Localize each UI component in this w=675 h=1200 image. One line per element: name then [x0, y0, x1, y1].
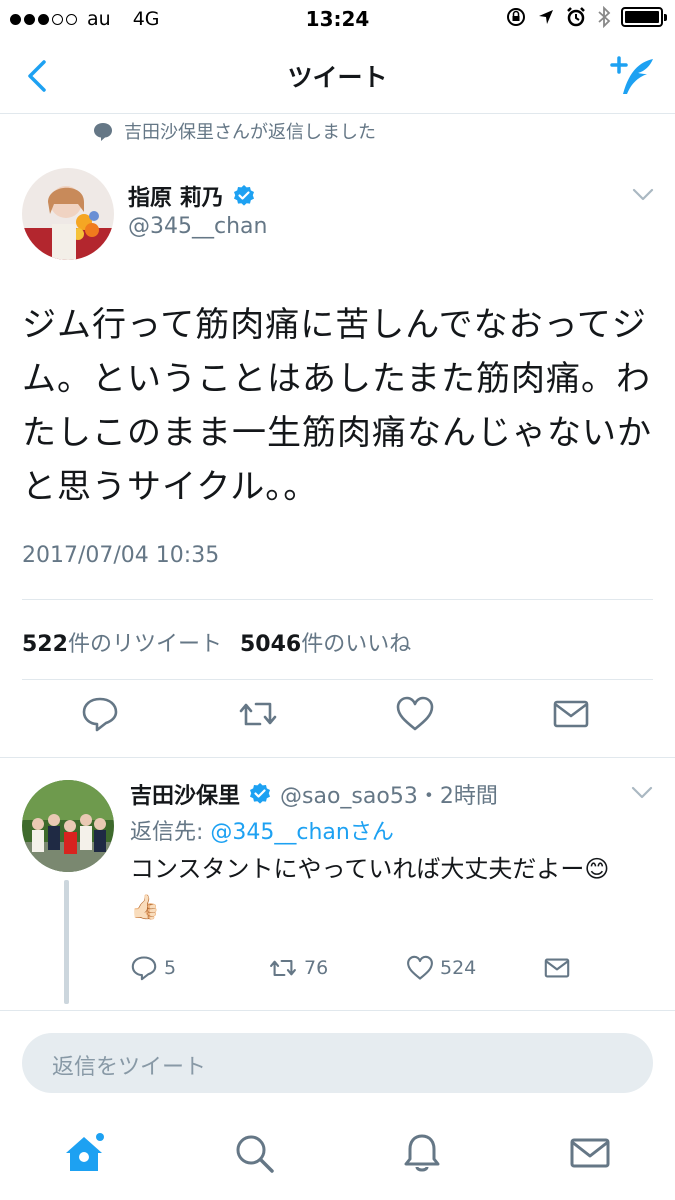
reply-dm-action[interactable]: [542, 954, 572, 982]
reply-icon[interactable]: [80, 694, 120, 734]
messages-icon[interactable]: [568, 1131, 612, 1175]
reply-compose-input[interactable]: 返信をツイート: [22, 1033, 653, 1093]
reply-author-name[interactable]: 吉田沙保里: [130, 778, 240, 810]
tweet-stats: 522件のリツイート 5046件のいいね: [22, 626, 411, 658]
reply-compose-placeholder: 返信をツイート: [52, 1055, 207, 1080]
page-title: ツイート: [287, 63, 388, 92]
reply-to-handle[interactable]: @345__chanさん: [210, 820, 393, 845]
retweet-count: 522: [22, 632, 68, 657]
thread-line: [64, 880, 69, 1004]
direct-message-icon: [544, 958, 570, 978]
tweet-text: ジム行って筋肉痛に苦しんでなおってジム。ということはあしたまた筋肉痛。わたしこの…: [22, 305, 652, 507]
speech-bubble-icon: [94, 123, 112, 141]
direct-message-icon[interactable]: [551, 694, 591, 734]
battery-icon: [621, 7, 667, 27]
reply-context: 吉田沙保里さんが返信しました: [92, 118, 376, 144]
reply-to-line: 返信先: @345__chanさん: [130, 814, 394, 846]
author-name-text: 指原 莉乃: [128, 186, 224, 211]
retweet-icon[interactable]: [238, 694, 278, 734]
status-bar: au 4G 13:24: [0, 0, 675, 40]
tweet-author: 指原 莉乃 @345__chan: [22, 168, 662, 260]
verified-badge-icon: [233, 185, 254, 206]
notifications-bell-icon[interactable]: [400, 1131, 444, 1175]
verified-badge-icon: [250, 783, 271, 804]
chevron-down-icon[interactable]: [631, 786, 653, 800]
navigation-bar: ツイート: [0, 40, 675, 114]
divider: [22, 679, 653, 680]
tab-bar: [0, 1115, 675, 1200]
search-icon[interactable]: [232, 1131, 276, 1175]
compose-tweet-icon[interactable]: [609, 54, 657, 98]
reply-text: コンスタントにやっていれば大丈夫だよー😊👍🏻: [130, 855, 610, 921]
author-handle[interactable]: @345__chan: [128, 214, 267, 239]
reply-like-action[interactable]: 524: [406, 954, 476, 982]
retweet-icon: [270, 959, 296, 977]
reply-actions: 5 76 524: [130, 954, 630, 984]
home-icon[interactable]: [62, 1131, 106, 1175]
author-avatar[interactable]: [22, 168, 114, 260]
status-bar-right: [505, 6, 667, 28]
reply-to-label: 返信先:: [130, 820, 211, 845]
retweet-stat[interactable]: 522件のリツイート: [22, 626, 222, 658]
divider: [22, 599, 653, 600]
rotation-lock-icon: [507, 8, 525, 26]
like-heart-icon: [407, 955, 433, 980]
chevron-down-icon[interactable]: [632, 188, 654, 202]
tweet-actions: [0, 694, 675, 750]
like-count-label: 件のいいね: [301, 632, 412, 657]
like-count: 5046: [239, 632, 302, 657]
tweet-timestamp: 2017/07/04 10:35: [22, 543, 220, 568]
reply-reply-action[interactable]: 5: [130, 954, 176, 982]
reply-tweet[interactable]: 吉田沙保里 @sao_sao53・2時間 返信先: @345__chanさん コ…: [0, 758, 675, 1008]
location-icon: [539, 10, 553, 24]
like-stat[interactable]: 5046件のいいね: [240, 626, 411, 658]
bluetooth-icon: [598, 6, 611, 28]
alarm-icon: [567, 7, 585, 27]
reply-icon: [131, 956, 157, 981]
reply-like-count: 524: [440, 957, 477, 979]
retweet-count-label: 件のリツイート: [67, 632, 222, 657]
reply-handle-time[interactable]: @sao_sao53・2時間: [280, 778, 498, 810]
like-heart-icon[interactable]: [395, 694, 435, 734]
divider: [0, 1010, 675, 1011]
reply-count: 5: [164, 957, 177, 979]
reply-retweet-action[interactable]: 76: [268, 954, 328, 982]
reply-retweet-count: 76: [304, 957, 329, 979]
author-name[interactable]: 指原 莉乃: [128, 180, 256, 212]
reply-author-avatar[interactable]: [22, 780, 114, 872]
reply-header: 吉田沙保里 @sao_sao53・2時間: [130, 778, 498, 810]
reply-context-text: 吉田沙保里さんが返信しました: [124, 122, 376, 143]
